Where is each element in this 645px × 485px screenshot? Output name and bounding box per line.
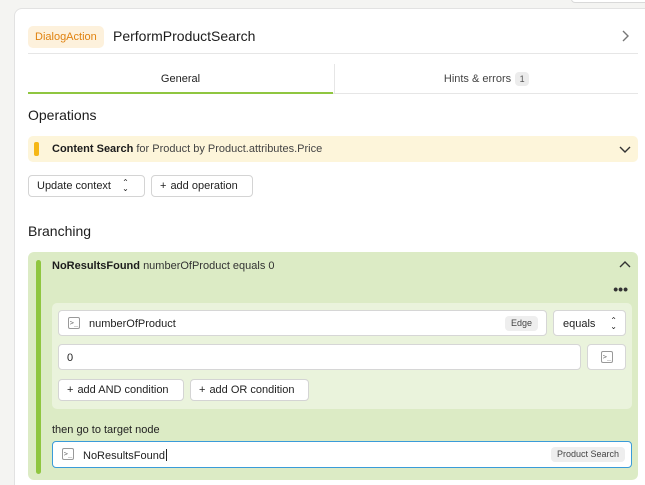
update-context-label: Update context xyxy=(37,180,111,192)
variable-field[interactable]: >_ numberOfProduct Edge xyxy=(58,310,547,336)
operation-detail: for Product by Product.attributes.Price xyxy=(136,143,323,155)
update-context-select[interactable]: Update context ⌃ ⌄ xyxy=(28,175,145,197)
select-stepper-icon: ⌃ ⌄ xyxy=(122,178,129,194)
terminal-icon: >_ xyxy=(68,317,80,329)
add-and-condition-button[interactable]: + add AND condition xyxy=(58,379,184,401)
operator-select[interactable]: equals ⌃ ⌄ xyxy=(553,310,626,336)
node-type-badge: DialogAction xyxy=(28,26,104,48)
condition-group: >_ numberOfProduct Edge equals ⌃ ⌄ 0 >_ +… xyxy=(52,303,632,409)
value-input[interactable]: 0 xyxy=(58,344,581,370)
add-and-label: add AND condition xyxy=(77,384,169,396)
operator-stepper-icon: ⌃ ⌄ xyxy=(610,316,617,331)
branch-accent-bar xyxy=(36,260,41,474)
chevron-up-icon[interactable] xyxy=(618,258,632,272)
add-or-label: add OR condition xyxy=(209,384,295,396)
plus-icon: + xyxy=(199,384,206,396)
target-node-label: then go to target node xyxy=(52,424,160,436)
terminal-icon: >_ xyxy=(62,448,74,460)
operations-heading: Operations xyxy=(28,107,97,123)
operation-status-indicator xyxy=(34,142,39,156)
more-options-icon[interactable]: ••• xyxy=(613,282,628,296)
target-node-value: NoResultsFound xyxy=(83,450,165,462)
operator-value: equals xyxy=(563,318,596,330)
plus-icon: + xyxy=(67,384,74,396)
add-or-condition-button[interactable]: + add OR condition xyxy=(190,379,309,401)
top-partial-button[interactable] xyxy=(571,0,645,3)
operation-name: Content Search xyxy=(52,143,134,155)
plus-icon: + xyxy=(160,180,167,192)
branching-heading: Branching xyxy=(28,223,92,239)
add-operation-label: add operation xyxy=(170,180,238,192)
variable-type-tag: Edge xyxy=(504,316,538,331)
tab-general[interactable]: General xyxy=(28,64,333,94)
add-operation-button[interactable]: + add operation xyxy=(151,175,253,197)
value-expression-button[interactable]: >_ xyxy=(587,344,626,370)
tab-general-label: General xyxy=(160,73,201,85)
target-node-value-wrap: NoResultsFound xyxy=(83,449,167,462)
branch-name: NoResultsFound xyxy=(52,260,140,272)
operation-item[interactable]: Content Search for Product by Product.at… xyxy=(28,136,638,162)
variable-name: numberOfProduct xyxy=(89,318,176,330)
branch-summary: numberOfProduct equals 0 xyxy=(143,260,275,272)
tab-hints-label: Hints & errors xyxy=(443,73,512,85)
chevron-right-icon[interactable] xyxy=(618,29,632,43)
condition-value: 0 xyxy=(67,352,74,364)
target-node-input[interactable]: >_ NoResultsFound Product Search xyxy=(52,441,632,468)
text-caret xyxy=(165,449,167,461)
tab-bar: General Hints & errors 1 xyxy=(28,64,638,94)
terminal-icon: >_ xyxy=(601,351,613,363)
tab-hints-errors[interactable]: Hints & errors 1 xyxy=(334,64,638,94)
node-header: DialogAction PerformProductSearch xyxy=(28,24,638,54)
branch-header[interactable]: NoResultsFound numberOfProduct equals 0 xyxy=(52,260,275,272)
branch-card: NoResultsFound numberOfProduct equals 0 … xyxy=(28,252,638,480)
node-title: PerformProductSearch xyxy=(113,28,256,44)
chevron-down-icon[interactable] xyxy=(618,142,632,156)
operation-description: Content Search for Product by Product.at… xyxy=(52,143,322,155)
target-node-tag: Product Search xyxy=(550,447,625,462)
hints-count-badge: 1 xyxy=(515,72,530,86)
